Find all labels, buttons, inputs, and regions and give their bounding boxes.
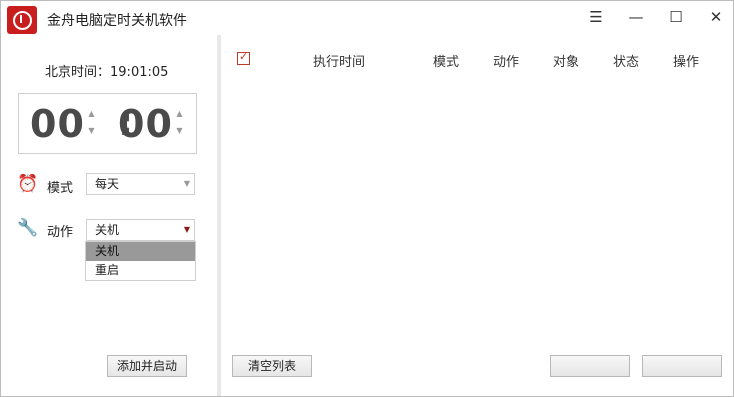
task-list-panel: ✓ 执行时间 模式 动作 对象 状态 操作 清空列表 bbox=[221, 35, 733, 396]
action-select[interactable]: 关机 ▼ bbox=[86, 219, 195, 241]
hours-value[interactable]: 00 bbox=[30, 102, 85, 146]
select-all-checkbox[interactable]: ✓ bbox=[237, 50, 250, 65]
action-dropdown-list: 关机 重启 bbox=[85, 241, 196, 281]
minimize-button[interactable]: — bbox=[616, 1, 656, 33]
minutes-down-icon[interactable]: ▼ bbox=[174, 122, 185, 139]
hours-stepper[interactable]: ▲ ▼ bbox=[86, 105, 97, 141]
chevron-down-icon[interactable]: ▼ bbox=[180, 174, 194, 194]
app-title: 金舟电脑定时关机软件 bbox=[47, 13, 187, 29]
alarm-clock-icon: ⏰ bbox=[17, 174, 39, 194]
app-window: 金舟电脑定时关机软件 ☰ — ☐ ✕ 北京时间：19:01:05 00 ▲ ▼ … bbox=[0, 0, 734, 397]
column-header-mode: 模式 bbox=[433, 55, 460, 70]
wrench-icon: 🔧 bbox=[17, 218, 39, 238]
mode-select[interactable]: 每天 ▼ bbox=[86, 173, 195, 195]
clear-list-button[interactable]: 清空列表 bbox=[232, 355, 312, 377]
mode-select-value: 每天 bbox=[95, 177, 120, 191]
maximize-button[interactable]: ☐ bbox=[656, 1, 696, 33]
action-option-shutdown[interactable]: 关机 bbox=[86, 242, 195, 261]
hours-down-icon[interactable]: ▼ bbox=[86, 122, 97, 139]
menu-icon[interactable]: ☰ bbox=[576, 1, 616, 33]
action-option-restart[interactable]: 重启 bbox=[86, 261, 195, 280]
add-and-start-button[interactable]: 添加并启动 bbox=[107, 355, 187, 377]
minutes-up-icon[interactable]: ▲ bbox=[174, 105, 185, 122]
beijing-time-label: 北京时间： bbox=[45, 65, 111, 80]
title-bar: 金舟电脑定时关机软件 ☰ — ☐ ✕ bbox=[1, 1, 733, 35]
beijing-time-value: 19:01:05 bbox=[110, 65, 169, 80]
close-button[interactable]: ✕ bbox=[696, 1, 734, 33]
column-header-operation: 操作 bbox=[673, 55, 700, 70]
app-logo-icon bbox=[7, 6, 37, 34]
column-header-target: 对象 bbox=[553, 55, 580, 70]
minutes-stepper[interactable]: ▲ ▼ bbox=[174, 105, 185, 141]
column-header-status: 状态 bbox=[613, 55, 640, 70]
column-header-action: 动作 bbox=[493, 55, 520, 70]
beijing-time: 北京时间：19:01:05 bbox=[45, 61, 168, 80]
action-select-value: 关机 bbox=[95, 223, 120, 237]
start-all-button[interactable] bbox=[550, 355, 630, 377]
action-label: 动作 bbox=[47, 225, 74, 240]
minutes-value[interactable]: 00 bbox=[118, 102, 173, 146]
check-icon: ✓ bbox=[239, 50, 249, 63]
chevron-down-icon[interactable]: ▼ bbox=[180, 220, 194, 240]
column-header-exec-time: 执行时间 bbox=[313, 55, 366, 70]
stop-all-button[interactable] bbox=[642, 355, 722, 377]
countdown-time-box: 00 ▲ ▼ : 00 ▲ ▼ bbox=[18, 93, 197, 154]
mode-label: 模式 bbox=[47, 181, 74, 196]
hours-up-icon[interactable]: ▲ bbox=[86, 105, 97, 122]
left-panel: 北京时间：19:01:05 00 ▲ ▼ : 00 ▲ ▼ ⏰ 模式 每天 ▼ … bbox=[1, 35, 217, 396]
